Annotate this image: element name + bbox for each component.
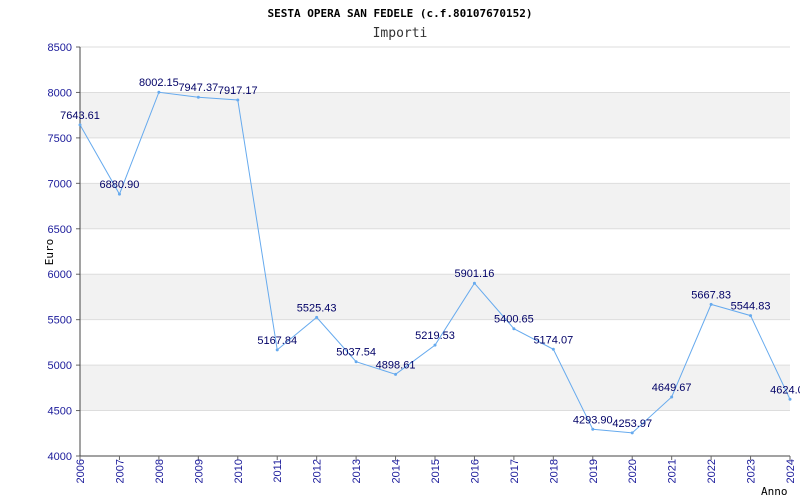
chart-subtitle: Importi	[373, 26, 428, 41]
y-tick-label: 5500	[48, 315, 72, 327]
line-chart: SESTA OPERA SAN FEDELE (c.f.80107670152)…	[43, 7, 800, 498]
y-tick-label: 7000	[48, 178, 72, 190]
y-axis-label: Euro	[43, 239, 56, 266]
data-point	[78, 123, 82, 127]
data-point	[591, 427, 595, 431]
y-tick-label: 4500	[48, 406, 72, 418]
y-tick-label: 4000	[48, 451, 72, 463]
data-label: 4253.97	[612, 418, 652, 430]
data-point	[749, 314, 753, 318]
y-tick-label: 6500	[48, 224, 72, 236]
data-label: 5544.83	[731, 301, 771, 313]
data-label: 5167.84	[257, 335, 297, 347]
x-tick-labels: 2006 2007 2008 2009 2010 2011 2012 2013 2014 2015…	[75, 459, 797, 483]
data-point	[670, 395, 674, 399]
chart-title: SESTA OPERA SAN FEDELE (c.f.80107670152)	[268, 7, 533, 20]
data-label: 6880.90	[100, 179, 140, 191]
data-label: 5219.53	[415, 330, 455, 342]
data-point	[236, 98, 240, 102]
data-point	[630, 431, 634, 435]
grid-band	[80, 92, 790, 138]
data-label: 8002.15	[139, 77, 179, 89]
x-tick-label: 2024	[785, 459, 797, 483]
y-tick-label: 7500	[48, 133, 72, 145]
data-label: 7947.37	[178, 82, 218, 94]
data-label: 5901.16	[455, 268, 495, 280]
data-label: 7917.17	[218, 85, 258, 97]
x-tick-label: 2013	[351, 459, 363, 483]
data-point	[275, 348, 279, 352]
data-label: 5525.43	[297, 302, 337, 314]
data-point	[512, 327, 516, 331]
data-label: 4649.67	[652, 382, 692, 394]
y-tick-label: 5000	[48, 360, 72, 372]
data-point	[315, 315, 319, 319]
data-label: 5667.83	[691, 289, 731, 301]
x-tick-label: 2007	[114, 459, 126, 483]
x-tick-label: 2019	[588, 459, 600, 483]
data-point	[788, 397, 792, 401]
background-bands	[80, 92, 790, 411]
y-tick-label: 8000	[48, 87, 72, 99]
data-label: 4293.90	[573, 414, 613, 426]
x-tick-label: 2018	[548, 459, 560, 483]
data-point	[157, 90, 161, 94]
data-point	[354, 360, 358, 364]
y-tick-label: 6000	[48, 269, 72, 281]
data-point	[472, 281, 476, 285]
data-label: 4898.61	[376, 359, 416, 371]
x-tick-label: 2015	[430, 459, 442, 483]
data-point	[551, 347, 555, 351]
x-tick-label: 2021	[667, 459, 679, 483]
data-label: 5037.54	[336, 347, 376, 359]
x-tick-label: 2016	[469, 459, 481, 483]
x-tick-label: 2011	[272, 459, 284, 483]
x-tick-label: 2010	[233, 459, 245, 483]
x-tick-label: 2006	[75, 459, 87, 483]
grid-band	[80, 183, 790, 229]
data-label: 7643.61	[60, 110, 100, 122]
x-tick-label: 2014	[391, 459, 403, 483]
data-label: 4624.00	[770, 384, 800, 396]
data-point	[394, 372, 398, 376]
x-tick-label: 2017	[509, 459, 521, 483]
x-axis-label: Anno	[761, 485, 788, 498]
data-label: 5174.07	[533, 334, 573, 346]
data-point	[117, 192, 121, 196]
x-tick-label: 2020	[627, 459, 639, 483]
x-tick-label: 2022	[706, 459, 718, 483]
data-label: 5400.65	[494, 314, 534, 326]
x-tick-label: 2009	[193, 459, 205, 483]
data-point	[433, 343, 437, 347]
x-tick-label: 2012	[312, 459, 324, 483]
data-point	[709, 302, 713, 306]
x-tick-label: 2023	[746, 459, 758, 483]
x-tick-label: 2008	[154, 459, 166, 483]
grid-band	[80, 274, 790, 320]
data-point	[196, 95, 200, 99]
y-tick-label: 8500	[48, 42, 72, 54]
